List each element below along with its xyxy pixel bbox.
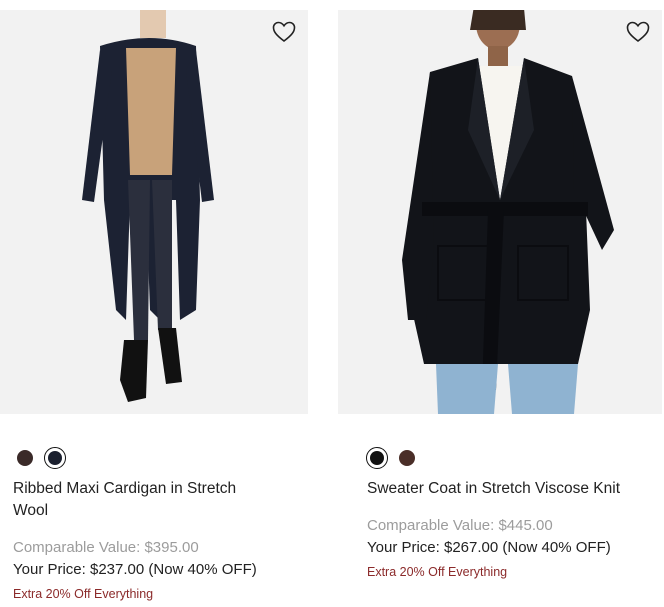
color-swatch[interactable] (396, 447, 418, 469)
color-swatch-selected[interactable] (366, 447, 388, 469)
your-price: Your Price: $237.00 (Now 40% OFF) (13, 561, 257, 578)
swatch-color (17, 450, 33, 466)
favorite-button[interactable] (270, 18, 298, 46)
promo-text: Extra 20% Off Everything (367, 565, 508, 579)
product-name[interactable]: Sweater Coat in Stretch Viscose Knit (367, 478, 657, 500)
swatch-color (399, 450, 415, 466)
comparable-value: Comparable Value: $445.00 (367, 517, 553, 534)
product-name[interactable]: Ribbed Maxi Cardigan in Stretch Wool (13, 478, 273, 522)
promo-text: Extra 20% Off Everything (13, 587, 154, 601)
product-image[interactable] (338, 10, 662, 414)
color-swatches (14, 446, 66, 470)
color-swatch[interactable] (14, 447, 36, 469)
model-photo (338, 10, 662, 414)
color-swatches (366, 446, 418, 470)
product-image[interactable] (0, 10, 308, 414)
swatch-color (48, 451, 62, 465)
color-swatch-selected[interactable] (44, 447, 66, 469)
heart-outline-icon (626, 21, 650, 43)
favorite-button[interactable] (624, 18, 652, 46)
comparable-value: Comparable Value: $395.00 (13, 539, 199, 556)
your-price: Your Price: $267.00 (Now 40% OFF) (367, 539, 611, 556)
heart-outline-icon (272, 21, 296, 43)
product-card[interactable]: Ribbed Maxi Cardigan in Stretch Wool Com… (0, 0, 308, 607)
product-card[interactable]: Sweater Coat in Stretch Viscose Knit Com… (338, 0, 662, 607)
model-photo (0, 10, 308, 414)
swatch-color (370, 451, 384, 465)
